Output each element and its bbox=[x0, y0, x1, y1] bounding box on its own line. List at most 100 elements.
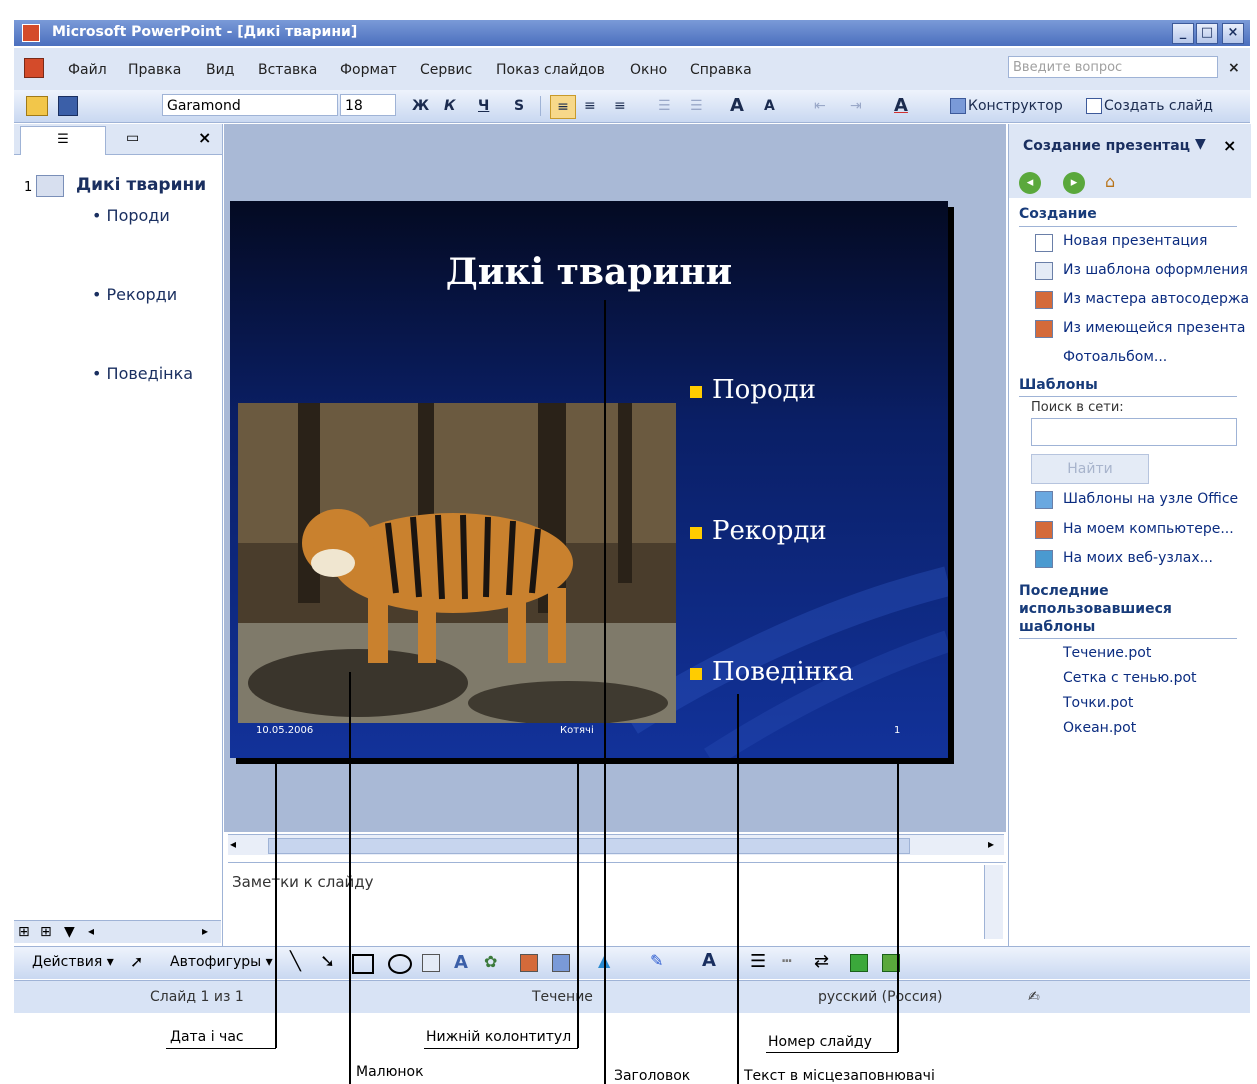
slide-bullet-1[interactable]: Породи bbox=[690, 375, 816, 405]
menu-file[interactable]: Файл bbox=[68, 62, 107, 78]
slideshow-view-icon[interactable]: ▼ bbox=[64, 924, 75, 940]
numbering-icon[interactable]: ☰ bbox=[658, 95, 671, 117]
drawing-font-color-button[interactable]: A bbox=[702, 950, 716, 971]
minimize-button[interactable]: _ bbox=[1172, 23, 1194, 44]
save-icon[interactable] bbox=[58, 96, 78, 116]
outline-close-button[interactable]: × bbox=[198, 128, 211, 147]
back-icon[interactable]: ◂ bbox=[1019, 172, 1041, 194]
slide-title[interactable]: Дикі тварини bbox=[230, 251, 948, 293]
horizontal-scrollbar[interactable]: ◂ ▸ bbox=[228, 834, 1004, 855]
slide[interactable]: Дикі тварини Породи Рекорди Поведінка 10… bbox=[230, 201, 948, 758]
line-style-icon[interactable]: ☰ bbox=[750, 951, 766, 972]
slide-thumbnail-icon[interactable] bbox=[36, 175, 64, 197]
arrow-icon[interactable]: ➘ bbox=[320, 951, 335, 972]
shadow-button[interactable]: S bbox=[514, 95, 524, 117]
arrow-style-icon[interactable]: ⇄ bbox=[814, 951, 829, 972]
new-slide-icon[interactable] bbox=[1086, 98, 1102, 114]
scroll-right-icon[interactable]: ▸ bbox=[988, 837, 994, 851]
design-icon[interactable] bbox=[950, 98, 966, 114]
forward-icon[interactable]: ▸ bbox=[1063, 172, 1085, 194]
bullets-icon[interactable]: ☰ bbox=[690, 95, 703, 117]
line-icon[interactable]: ╲ bbox=[290, 951, 301, 972]
outline-bullet-3[interactable]: • Поведінка bbox=[92, 364, 193, 383]
tab-slides[interactable]: ▭ bbox=[126, 130, 139, 146]
actions-menu[interactable]: Действия ▾ bbox=[32, 954, 114, 970]
open-icon[interactable] bbox=[26, 96, 48, 116]
normal-view-icon[interactable]: ⊞ bbox=[18, 924, 30, 940]
tab-outline[interactable]: ☰ bbox=[20, 126, 106, 155]
dash-style-icon[interactable]: ┅ bbox=[782, 951, 792, 970]
rectangle-icon[interactable] bbox=[352, 954, 374, 974]
task-pane-menu-icon[interactable]: ▼ bbox=[1195, 136, 1206, 152]
oval-icon[interactable] bbox=[388, 954, 412, 974]
slide-date[interactable]: 10.05.2006 bbox=[256, 725, 313, 736]
italic-button[interactable]: К bbox=[444, 95, 455, 117]
design-button[interactable]: Конструктор bbox=[968, 95, 1063, 117]
font-size-combo[interactable]: 18 bbox=[340, 94, 396, 116]
textbox-icon[interactable] bbox=[422, 954, 440, 972]
scroll-left-icon[interactable]: ◂ bbox=[88, 924, 94, 938]
search-button[interactable]: Найти bbox=[1031, 454, 1149, 484]
increase-indent-icon[interactable]: ⇥ bbox=[850, 95, 862, 117]
line-color-icon[interactable]: ✎ bbox=[650, 951, 663, 970]
powerpoint-app-icon[interactable] bbox=[22, 24, 40, 42]
slide-bullet-2[interactable]: Рекорди bbox=[690, 516, 827, 546]
select-pointer-icon[interactable]: ➚ bbox=[130, 952, 143, 971]
menu-tools[interactable]: Сервис bbox=[420, 62, 472, 78]
recent-template-2[interactable]: Сетка с тенью.pot bbox=[1063, 670, 1197, 686]
notes-scrollbar[interactable] bbox=[984, 865, 1003, 939]
menu-slideshow[interactable]: Показ слайдов bbox=[496, 62, 605, 78]
help-question-input[interactable]: Введите вопрос bbox=[1008, 56, 1218, 78]
slide-footer[interactable]: Котячі bbox=[560, 725, 594, 736]
template-search-input[interactable] bbox=[1031, 418, 1237, 446]
spelling-icon[interactable]: ✍ bbox=[1028, 989, 1040, 1005]
link-new-presentation[interactable]: Новая презентация bbox=[1063, 233, 1207, 249]
maximize-button[interactable]: □ bbox=[1196, 23, 1218, 44]
link-on-my-web-sites[interactable]: На моих веб-узлах... bbox=[1063, 550, 1213, 566]
picture-icon[interactable] bbox=[552, 954, 570, 972]
notes-input[interactable]: Заметки к слайду bbox=[232, 873, 374, 891]
diagram-icon[interactable]: ✿ bbox=[484, 952, 497, 971]
align-center-icon[interactable]: ≡ bbox=[584, 95, 596, 117]
link-photo-album[interactable]: Фотоальбом... bbox=[1063, 349, 1167, 365]
menu-format[interactable]: Формат bbox=[340, 62, 397, 78]
recent-template-3[interactable]: Точки.pot bbox=[1063, 695, 1133, 711]
close-button[interactable]: × bbox=[1222, 23, 1244, 44]
link-on-my-computer[interactable]: На моем компьютере... bbox=[1063, 521, 1234, 537]
slide-number[interactable]: 1 bbox=[894, 725, 900, 736]
menu-help[interactable]: Справка bbox=[690, 62, 752, 78]
autoshapes-menu[interactable]: Автофигуры ▾ bbox=[170, 954, 273, 970]
scroll-thumb[interactable] bbox=[268, 838, 910, 854]
increase-font-icon[interactable]: A bbox=[730, 95, 744, 117]
clipart-icon[interactable] bbox=[520, 954, 538, 972]
align-right-icon[interactable]: ≡ bbox=[614, 95, 626, 117]
link-templates-office[interactable]: Шаблоны на узле Office bbox=[1063, 491, 1238, 507]
menu-edit[interactable]: Правка bbox=[128, 62, 181, 78]
link-from-design-template[interactable]: Из шаблона оформления bbox=[1063, 262, 1248, 278]
decrease-font-icon[interactable]: A bbox=[764, 95, 775, 117]
font-name-combo[interactable]: Garamond bbox=[162, 94, 338, 116]
new-slide-button[interactable]: Создать слайд bbox=[1104, 95, 1213, 117]
recent-template-4[interactable]: Океан.pot bbox=[1063, 720, 1136, 736]
document-icon[interactable] bbox=[24, 58, 44, 78]
shadow-style-icon[interactable] bbox=[850, 954, 868, 972]
task-pane-close-button[interactable]: × bbox=[1223, 136, 1236, 155]
recent-template-1[interactable]: Течение.pot bbox=[1063, 645, 1151, 661]
menu-view[interactable]: Вид bbox=[206, 62, 234, 78]
link-from-existing[interactable]: Из имеющейся презента bbox=[1063, 320, 1246, 336]
font-color-button[interactable]: A bbox=[894, 95, 908, 117]
menu-window[interactable]: Окно bbox=[630, 62, 667, 78]
decrease-indent-icon[interactable]: ⇤ bbox=[814, 95, 826, 117]
slide-bullet-3[interactable]: Поведінка bbox=[690, 657, 854, 687]
scroll-right-icon[interactable]: ▸ bbox=[202, 924, 208, 938]
link-autocontent-wizard[interactable]: Из мастера автосодержа bbox=[1063, 291, 1249, 307]
bold-button[interactable]: Ж bbox=[412, 95, 429, 117]
outline-bullet-2[interactable]: • Рекорди bbox=[92, 285, 177, 304]
tiger-picture[interactable] bbox=[238, 403, 676, 723]
home-icon[interactable]: ⌂ bbox=[1105, 172, 1115, 191]
outline-slide-title[interactable]: Дикі тварини bbox=[76, 175, 206, 195]
menu-insert[interactable]: Вставка bbox=[258, 62, 317, 78]
help-close-button[interactable]: × bbox=[1228, 60, 1240, 76]
slide-sorter-icon[interactable]: ⊞ bbox=[40, 924, 52, 940]
outline-bullet-1[interactable]: • Породи bbox=[92, 206, 170, 225]
